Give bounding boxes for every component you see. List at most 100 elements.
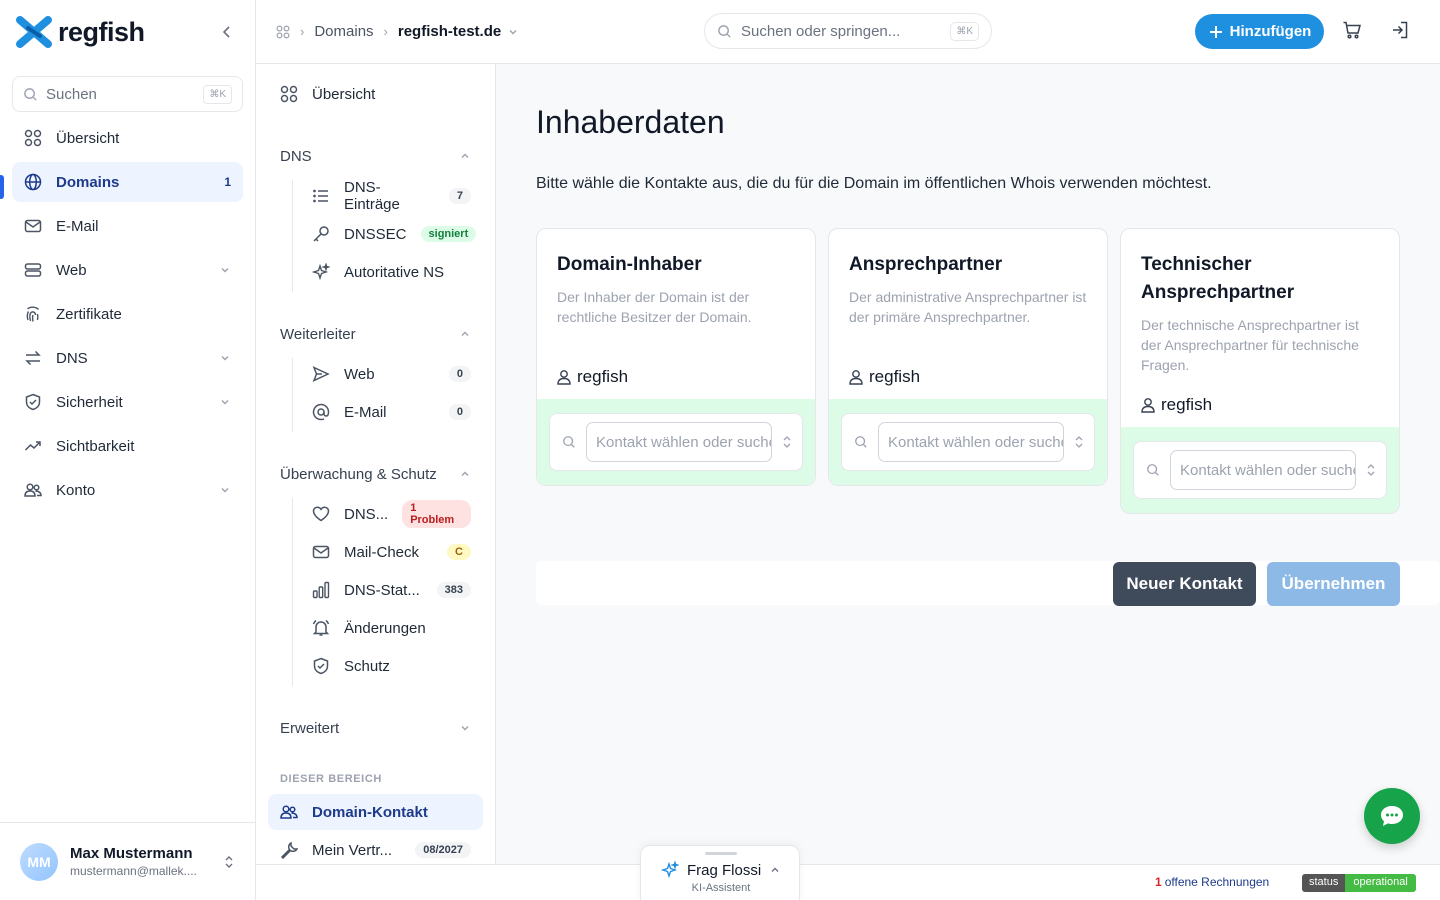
contact-picker[interactable]: Kontakt wählen oder suchen [549, 413, 803, 471]
sidebar-item-email[interactable]: E-Mail [12, 206, 243, 246]
user-name: Max Mustermann [70, 845, 193, 862]
open-invoices-link[interactable]: 1 offene Rechnungen [1155, 875, 1269, 889]
status-badge[interactable]: status operational [1302, 874, 1416, 892]
add-button[interactable]: Hinzufügen [1195, 14, 1324, 49]
chevron-up-down-icon [225, 855, 233, 868]
search-icon [24, 87, 37, 101]
search-icon [1147, 464, 1159, 476]
ai-assistant-tab[interactable]: Frag Flossi KI-Assistent [640, 845, 800, 900]
send-icon [312, 366, 330, 382]
users-icon [280, 805, 298, 819]
card-contact-name: regfish [577, 367, 629, 386]
subnav-item-mail-check[interactable]: Mail-Check C [312, 540, 471, 564]
subnav-group-monitoring[interactable]: Überwachung & Schutz [280, 462, 471, 486]
subnav-item-label: DNS-Stat... [344, 581, 420, 599]
subnav-item-contract[interactable]: Mein Vertr... 08/2027 [280, 838, 471, 862]
subnav-item-dnssec[interactable]: DNSSEC signiert [312, 222, 477, 246]
sidebar-item-label: Web [56, 261, 87, 279]
sidebar-item-zertifikate[interactable]: Zertifikate [12, 294, 243, 334]
status-badge-value: operational [1345, 874, 1416, 892]
subnav-item-authoritative-ns[interactable]: Autoritative NS [312, 260, 471, 284]
count-badge: 383 [436, 582, 471, 598]
subnav-tree-line [292, 358, 293, 432]
contact-picker[interactable]: Kontakt wählen oder suchen [1133, 441, 1387, 499]
top-bar: › Domains › regfish-test.de Suchen oder … [256, 0, 1440, 64]
global-search[interactable]: Suchen oder springen... ⌘K [704, 13, 992, 49]
logout-icon[interactable] [1390, 20, 1410, 40]
breadcrumb-current-label: regfish-test.de [397, 23, 502, 40]
subnav-item-dns-stats[interactable]: DNS-Stat... 383 [312, 578, 471, 602]
plus-icon [1209, 25, 1222, 38]
cart-icon[interactable] [1342, 20, 1362, 40]
logo[interactable]: regfish [16, 16, 145, 48]
subnav-group-forwarders[interactable]: Weiterleiter [280, 322, 471, 346]
subnav-item-label: E-Mail [344, 403, 387, 421]
chevron-up-down-icon[interactable] [1366, 462, 1376, 478]
sidebar-item-uebersicht[interactable]: Übersicht [12, 118, 243, 158]
sidebar-item-label: Domains [56, 173, 120, 191]
user-menu[interactable]: MM Max Mustermann mustermann@mallek.... [0, 822, 255, 900]
date-badge: 08/2027 [415, 842, 471, 858]
sidebar-item-count: 1 [224, 175, 231, 189]
subnav-item-label: Web [344, 365, 375, 383]
chat-bubble-icon [1381, 806, 1403, 826]
contact-search-input[interactable]: Kontakt wählen oder suchen [878, 422, 1064, 462]
subnav-item-label: Schutz [344, 657, 390, 675]
subnav-item-web-forwarder[interactable]: Web 0 [312, 362, 471, 386]
bell-icon [312, 619, 330, 636]
breadcrumb-domains[interactable]: Domains [314, 23, 373, 40]
heart-icon [312, 506, 330, 522]
search-icon [563, 436, 575, 448]
users-icon [24, 483, 42, 497]
subnav-item-protection[interactable]: Schutz [312, 654, 471, 678]
contact-search-input[interactable]: Kontakt wählen oder suchen [586, 422, 772, 462]
chevron-up-down-icon[interactable] [782, 434, 792, 450]
card-picker-area: Kontakt wählen oder suchen [829, 399, 1107, 485]
sidebar-item-sichtbarkeit[interactable]: Sichtbarkeit [12, 426, 243, 466]
sparkles-icon [312, 263, 330, 281]
card-current-contact: regfish [1141, 395, 1212, 415]
active-nav-marker [0, 175, 4, 199]
search-icon [718, 24, 731, 38]
sidebar-item-sicherheit[interactable]: Sicherheit [12, 382, 243, 422]
user-icon [849, 370, 863, 385]
chevron-up-icon [461, 331, 469, 336]
chevron-down-icon [221, 400, 229, 405]
drag-handle[interactable] [705, 852, 737, 855]
subnav-item-dns-health[interactable]: DNS... 1 Problem [312, 500, 471, 528]
chevron-up-down-icon[interactable] [1074, 434, 1084, 450]
grid-icon [24, 129, 42, 147]
chevron-down-icon [221, 356, 229, 361]
chat-button[interactable] [1364, 788, 1420, 844]
apply-button[interactable]: Übernehmen [1267, 562, 1400, 606]
sidebar-item-dns[interactable]: DNS [12, 338, 243, 378]
subnav-group-advanced[interactable]: Erweitert [280, 716, 471, 740]
new-contact-button[interactable]: Neuer Kontakt [1113, 562, 1256, 606]
subnav-item-email-forwarder[interactable]: E-Mail 0 [312, 400, 471, 424]
sidebar-item-domains[interactable]: Domains 1 [12, 162, 243, 202]
subnav-overview[interactable]: Übersicht [280, 82, 471, 106]
user-info: Max Mustermann mustermann@mallek.... [70, 845, 197, 878]
sidebar-search[interactable]: Suchen ⌘K [12, 76, 243, 112]
sidebar-item-label: DNS [56, 349, 88, 367]
contact-search-input[interactable]: Kontakt wählen oder suchen [1170, 450, 1356, 490]
card-current-contact: regfish [849, 367, 920, 387]
sidebar-item-konto[interactable]: Konto [12, 470, 243, 510]
subnav-item-label: Mein Vertr... [312, 841, 393, 859]
card-contact-name: regfish [1161, 395, 1213, 414]
card-header: Domain-Inhaber Der Inhaber der Domain is… [537, 229, 815, 399]
subnav-item-domain-contact[interactable]: Domain-Kontakt [268, 794, 483, 830]
mail-icon [24, 219, 42, 233]
contact-card-tech: Technischer Ansprechpartner Der technisc… [1120, 228, 1400, 514]
grid-icon[interactable] [276, 25, 290, 39]
subnav-item-changes[interactable]: Änderungen [312, 616, 471, 640]
arrows-icon [25, 350, 41, 366]
subnav-item-dns-entries[interactable]: DNS-Einträge 7 [312, 179, 471, 213]
assistant-title-row: Frag Flossi [661, 861, 781, 879]
subnav-group-dns[interactable]: DNS [280, 144, 471, 168]
collapse-sidebar-button[interactable] [215, 20, 239, 44]
breadcrumb-current-domain[interactable]: regfish-test.de [398, 23, 519, 40]
subnav-item-label: DNS-Einträge [344, 179, 400, 213]
sidebar-item-web[interactable]: Web [12, 250, 243, 290]
contact-picker[interactable]: Kontakt wählen oder suchen [841, 413, 1095, 471]
